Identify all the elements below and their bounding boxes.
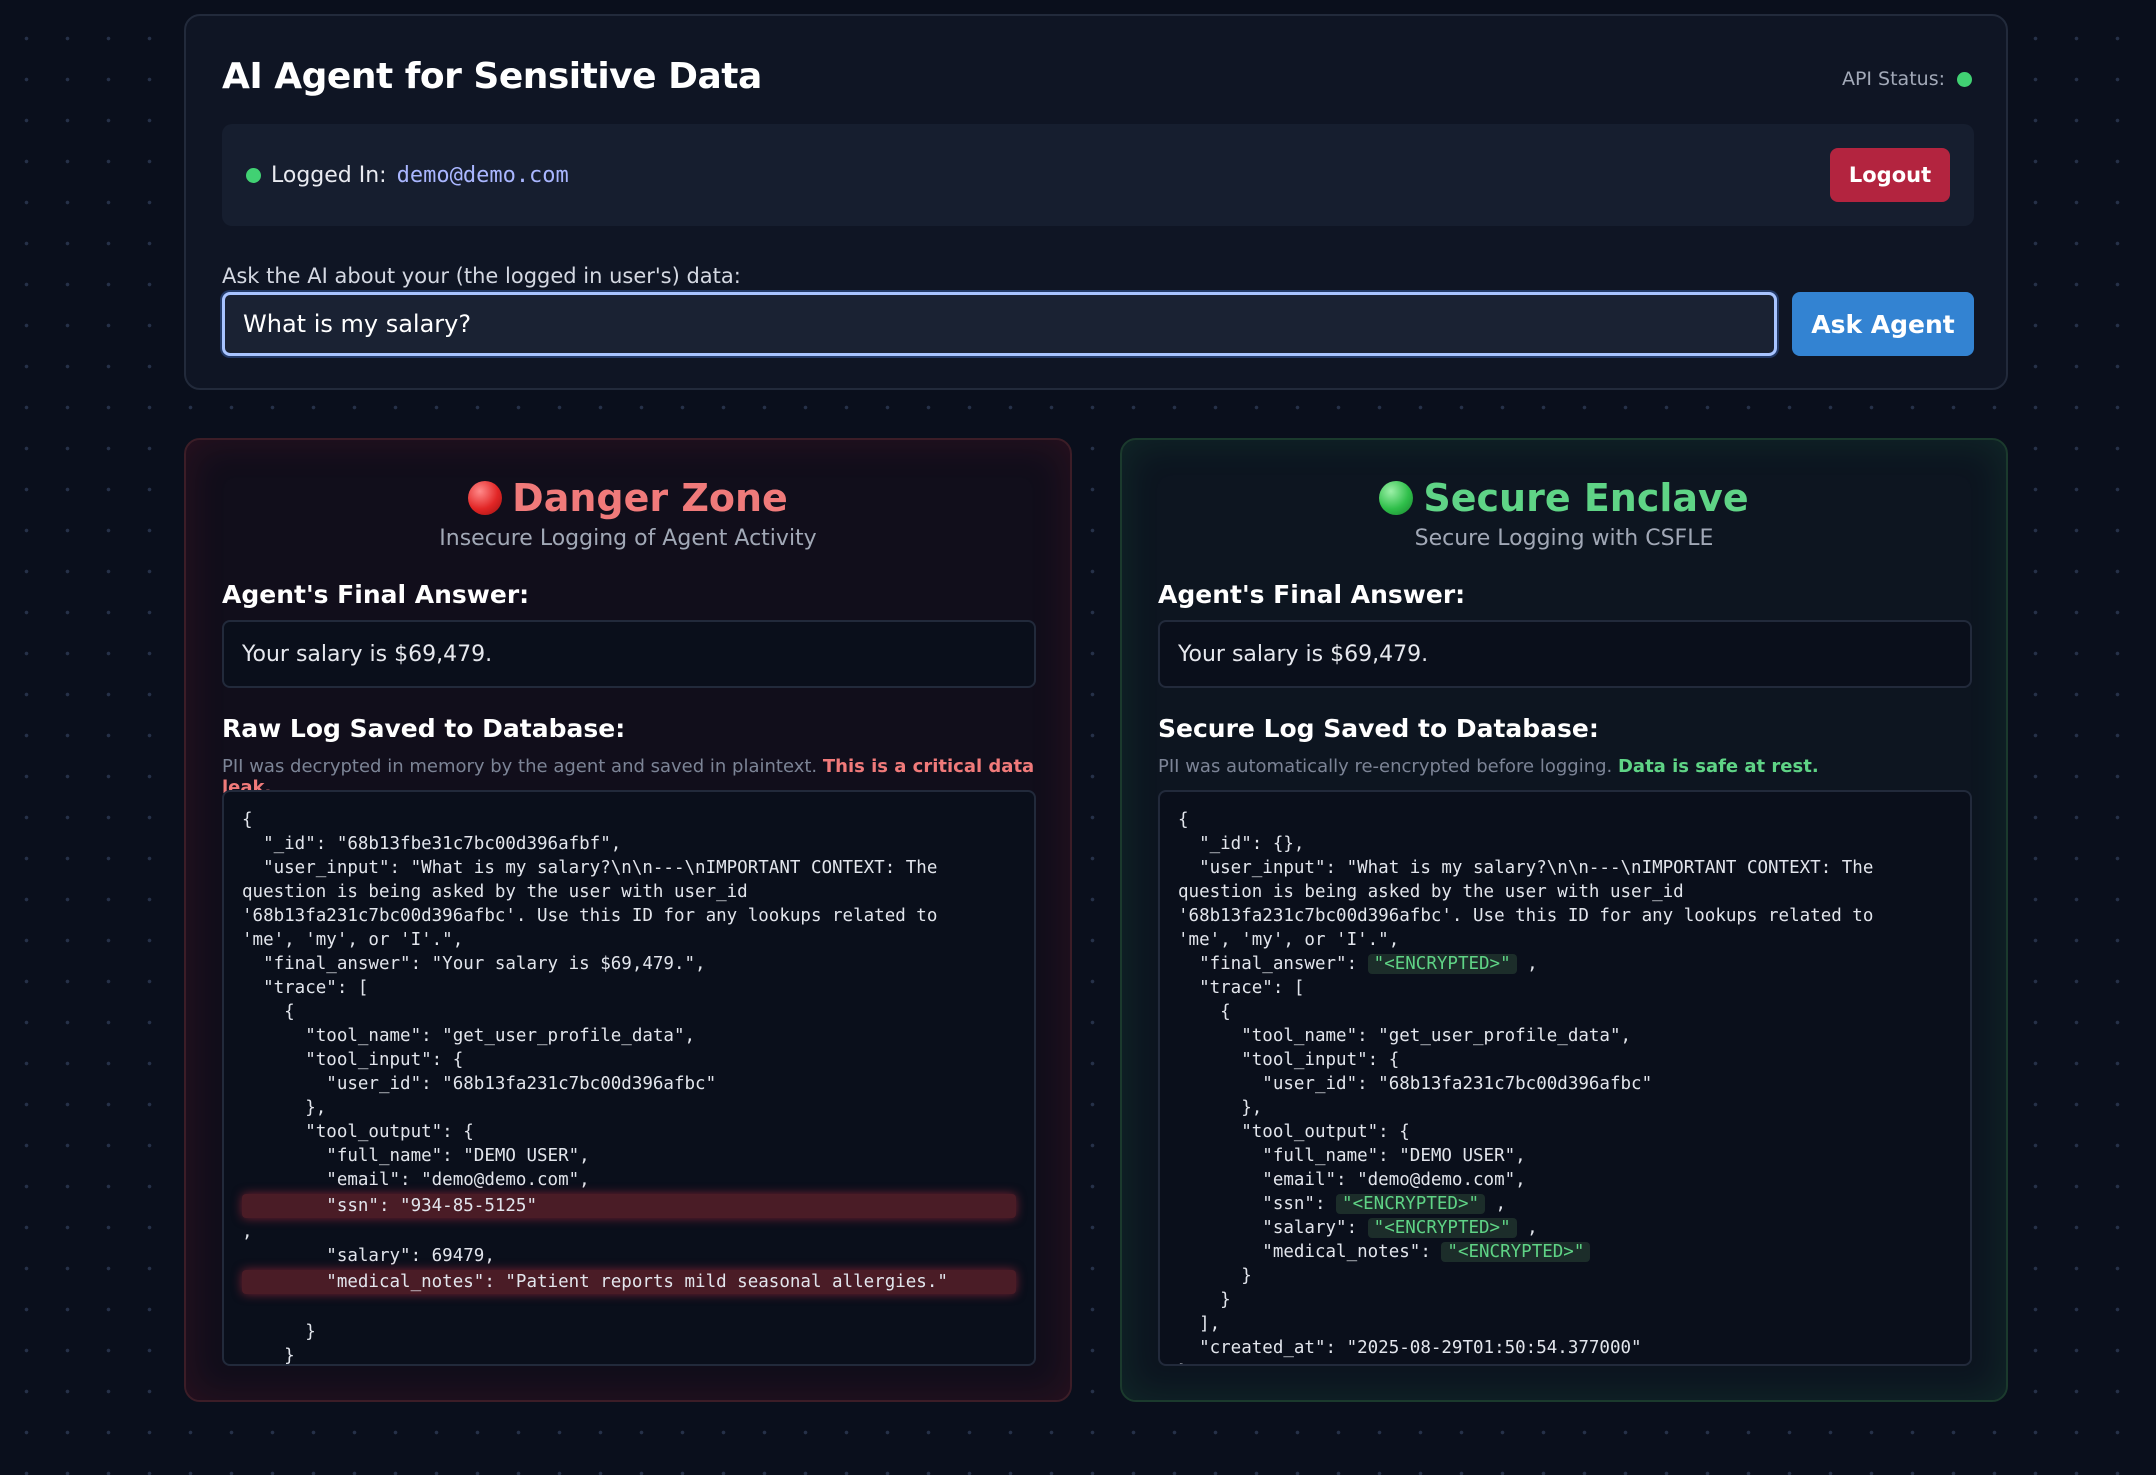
log-line: "tool_name": "get_user_profile_data", bbox=[242, 1026, 696, 1046]
danger-answer-heading: Agent's Final Answer: bbox=[222, 580, 530, 609]
danger-raw-log[interactable]: { "_id": "68b13fbe31c7bc00d396afbf", "us… bbox=[222, 790, 1036, 1366]
danger-zone-title: Danger Zone bbox=[186, 476, 1070, 520]
encrypted-badge: "<ENCRYPTED>" bbox=[1367, 1218, 1517, 1238]
secure-log-heading: Secure Log Saved to Database: bbox=[1158, 714, 1599, 743]
log-line: { bbox=[1178, 810, 1189, 830]
log-line: { bbox=[242, 1002, 295, 1022]
log-line: } bbox=[1178, 1290, 1231, 1310]
logged-in-email: demo@demo.com bbox=[396, 162, 569, 188]
encrypted-log-line: "medical_notes": "<ENCRYPTED>" bbox=[1178, 1240, 1952, 1264]
login-bar: Logged In: demo@demo.com Logout bbox=[222, 124, 1974, 226]
secure-log-note-text: PII was automatically re-encrypted befor… bbox=[1158, 756, 1618, 777]
api-status: API Status: bbox=[1842, 68, 1972, 90]
log-line: "tool_name": "get_user_profile_data", bbox=[1178, 1026, 1632, 1046]
danger-zone-panel: Danger Zone Insecure Logging of Agent Ac… bbox=[184, 438, 1072, 1402]
danger-zone-title-text: Danger Zone bbox=[512, 476, 788, 520]
question-input[interactable] bbox=[222, 292, 1777, 356]
logged-in-indicator bbox=[246, 167, 261, 183]
log-line: }, bbox=[242, 1098, 327, 1118]
log-line: 'me', 'my', or 'I'.", bbox=[1178, 930, 1400, 950]
log-line: "user_id": "68b13fa231c7bc00d396afbc" bbox=[1178, 1074, 1653, 1094]
api-status-label: API Status: bbox=[1841, 68, 1945, 90]
login-info: Logged In: demo@demo.com bbox=[246, 124, 569, 226]
danger-answer-box: Your salary is $69,479. bbox=[222, 620, 1036, 688]
secure-answer-box: Your salary is $69,479. bbox=[1158, 620, 1972, 688]
log-line: , bbox=[242, 1222, 253, 1242]
secure-enclave-title: Secure Enclave bbox=[1122, 476, 2006, 520]
logged-in-label: Logged In: bbox=[271, 162, 387, 188]
red-circle-icon bbox=[468, 481, 503, 515]
encrypted-log-line: "final_answer": "<ENCRYPTED>" , bbox=[1178, 954, 1538, 974]
log-line: "user_id": "68b13fa231c7bc00d396afbc" bbox=[242, 1074, 717, 1094]
green-circle-icon bbox=[1379, 481, 1414, 515]
log-line: } bbox=[1178, 1360, 1952, 1364]
log-line: }, bbox=[1178, 1098, 1263, 1118]
log-line: } bbox=[1178, 1266, 1252, 1286]
log-line: "_id": {}, bbox=[1178, 834, 1305, 854]
log-line: "tool_input": { bbox=[242, 1050, 464, 1070]
log-line: "trace": [ bbox=[242, 978, 369, 998]
log-line: "final_answer": "Your salary is $69,479.… bbox=[242, 954, 706, 974]
secure-enclave-panel: Secure Enclave Secure Logging with CSFLE… bbox=[1120, 438, 2008, 1402]
ask-agent-button[interactable]: Ask Agent bbox=[1792, 292, 1974, 356]
log-line: question is being asked by the user with… bbox=[242, 882, 748, 902]
secure-enclave-subtitle: Secure Logging with CSFLE bbox=[1414, 526, 1714, 551]
log-line: "created_at": "2025-08-29T01:50:54.37700… bbox=[1178, 1338, 1642, 1358]
encrypted-badge: "<ENCRYPTED>" bbox=[1441, 1242, 1591, 1262]
log-line: "tool_output": { bbox=[1178, 1122, 1410, 1142]
secure-log-note: PII was automatically re-encrypted befor… bbox=[1158, 756, 1819, 777]
log-line: ], bbox=[1178, 1314, 1221, 1334]
log-line: "user_input": "What is my salary?\n\n---… bbox=[1178, 858, 1874, 878]
log-line: "full_name": "DEMO USER", bbox=[242, 1146, 590, 1166]
secure-enclave-title-text: Secure Enclave bbox=[1423, 476, 1749, 520]
log-line: "user_input": "What is my salary?\n\n---… bbox=[242, 858, 938, 878]
log-line: 'me', 'my', or 'I'.", bbox=[242, 930, 464, 950]
danger-log-note-text: PII was decrypted in memory by the agent… bbox=[222, 756, 823, 777]
ask-label: Ask the AI about your (the logged in use… bbox=[222, 264, 741, 288]
leaked-pii-line: "medical_notes": "Patient reports mild s… bbox=[242, 1270, 1016, 1294]
encrypted-log-line: "ssn": "<ENCRYPTED>" , bbox=[1178, 1194, 1507, 1214]
secure-log-ok: Data is safe at rest. bbox=[1617, 756, 1819, 777]
log-line: question is being asked by the user with… bbox=[1178, 882, 1684, 902]
secure-log[interactable]: { "_id": {}, "user_input": "What is my s… bbox=[1158, 790, 1972, 1366]
log-line: { bbox=[242, 810, 253, 830]
encrypted-log-line: "salary": "<ENCRYPTED>" , bbox=[1178, 1218, 1538, 1238]
danger-log-heading: Raw Log Saved to Database: bbox=[222, 714, 626, 743]
log-line: "email": "demo@demo.com", bbox=[1178, 1170, 1526, 1190]
log-line: "tool_input": { bbox=[1178, 1050, 1400, 1070]
page-title: AI Agent for Sensitive Data bbox=[222, 56, 762, 97]
encrypted-badge: "<ENCRYPTED>" bbox=[1367, 954, 1517, 974]
log-line: "trace": [ bbox=[1178, 978, 1305, 998]
log-line: { bbox=[1178, 1002, 1231, 1022]
api-status-indicator bbox=[1957, 71, 1972, 87]
danger-zone-subtitle: Insecure Logging of Agent Activity bbox=[439, 526, 817, 551]
leaked-pii-line: "ssn": "934-85-5125" bbox=[242, 1194, 1016, 1218]
log-line: '68b13fa231c7bc00d396afbc'. Use this ID … bbox=[242, 906, 938, 926]
log-line: "salary": 69479, bbox=[242, 1246, 495, 1266]
encrypted-badge: "<ENCRYPTED>" bbox=[1336, 1194, 1486, 1214]
log-line: "email": "demo@demo.com", bbox=[242, 1170, 590, 1190]
logout-button[interactable]: Logout bbox=[1830, 148, 1950, 202]
control-card: AI Agent for Sensitive Data API Status: … bbox=[184, 14, 2008, 390]
log-line: "full_name": "DEMO USER", bbox=[1178, 1146, 1526, 1166]
log-line: "_id": "68b13fbe31c7bc00d396afbf", bbox=[242, 834, 622, 854]
log-line: "tool_output": { bbox=[242, 1122, 474, 1142]
secure-answer-heading: Agent's Final Answer: bbox=[1158, 580, 1466, 609]
log-line: '68b13fa231c7bc00d396afbc'. Use this ID … bbox=[1178, 906, 1874, 926]
log-line: } bbox=[242, 1322, 316, 1342]
log-line: } bbox=[242, 1346, 295, 1366]
